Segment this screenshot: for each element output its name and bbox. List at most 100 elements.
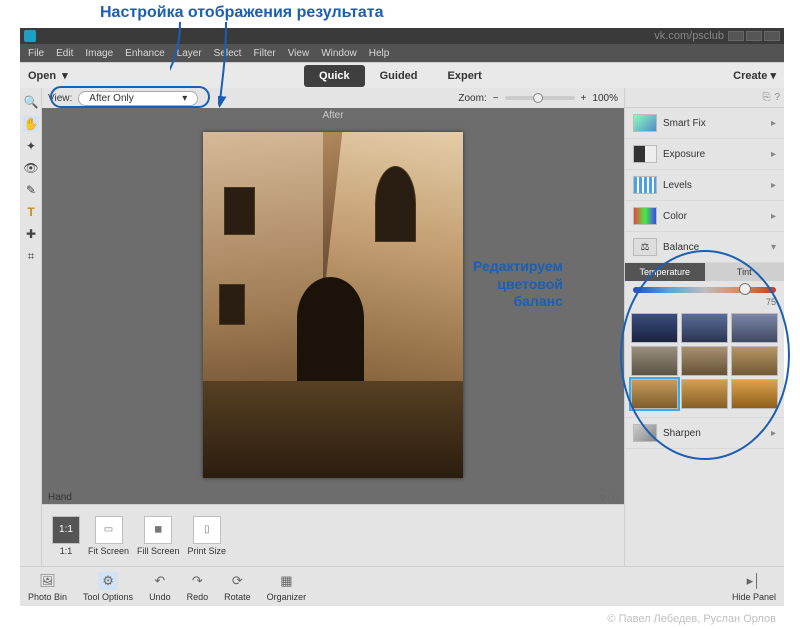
redo-button[interactable]: ↷Redo	[187, 572, 209, 602]
ft-label: Photo Bin	[28, 592, 67, 602]
create-label: Create	[733, 70, 767, 82]
annot-r2: цветовой	[473, 276, 563, 294]
ft-label: Tool Options	[83, 592, 133, 602]
menubar[interactable]: File Edit Image Enhance Layer Select Fil…	[20, 44, 784, 62]
menu-edit[interactable]: Edit	[56, 48, 73, 59]
footer-bar: 🖼Photo Bin ⚙Tool Options ↶Undo ↷Redo ⟳Ro…	[20, 566, 784, 606]
hide-panel-icon: ▸│	[744, 572, 764, 590]
view-label: View:	[48, 93, 72, 104]
ft-label: Organizer	[267, 592, 307, 602]
healing-tool-icon[interactable]: ✚	[23, 226, 39, 242]
panel-top: ⎘ ?	[625, 88, 784, 108]
tab-temperature[interactable]: Temperature	[625, 263, 705, 281]
chevron-down-icon: ▾	[62, 69, 68, 82]
tool-status: Hand ? ⓘ	[42, 490, 624, 504]
help-icon[interactable]: ? ⓘ	[600, 490, 618, 505]
tab-guided[interactable]: Guided	[365, 65, 433, 87]
adj-exposure[interactable]: Exposure▸	[625, 139, 784, 170]
preset[interactable]	[631, 313, 678, 343]
zoom-out-icon[interactable]: −	[493, 93, 499, 104]
preset[interactable]	[681, 379, 728, 409]
balance-slider[interactable]	[633, 287, 776, 293]
opt-label: Print Size	[188, 546, 227, 556]
menu-filter[interactable]: Filter	[253, 48, 275, 59]
menu-file[interactable]: File	[28, 48, 44, 59]
zoom-label: Zoom:	[458, 93, 486, 104]
tool-options-button[interactable]: ⚙Tool Options	[83, 572, 133, 602]
ft-label: Hide Panel	[732, 592, 776, 602]
tab-expert[interactable]: Expert	[433, 65, 497, 87]
organizer-button[interactable]: ▦ Organizer	[267, 572, 307, 602]
crop-tool-icon[interactable]: ⌗	[23, 248, 39, 264]
redo-icon: ↷	[187, 572, 207, 590]
opt-print[interactable]: ▯Print Size	[188, 516, 227, 556]
chevron-right-icon: ▸	[771, 428, 776, 439]
adj-label: Balance	[663, 242, 699, 253]
chevron-right-icon: ▸	[771, 118, 776, 129]
adj-label: Levels	[663, 180, 692, 191]
close-button[interactable]	[764, 31, 780, 41]
adj-sharpen[interactable]: Sharpen▸	[625, 418, 784, 449]
hand-tool-icon[interactable]: ✋	[23, 116, 39, 132]
preset[interactable]	[731, 379, 778, 409]
credit: © Павел Лебедев, Руслан Орлов	[607, 613, 776, 625]
menu-help[interactable]: Help	[369, 48, 390, 59]
adjustments-panel: ⎘ ? Smart Fix▸ Exposure▸ Levels▸ Color▸ …	[624, 88, 784, 566]
chevron-down-icon: ▾	[771, 242, 776, 253]
panel-menu-icon[interactable]: ⎘	[762, 92, 770, 103]
create-button[interactable]: Create ▾	[733, 69, 776, 82]
quick-select-tool-icon[interactable]: ✦	[23, 138, 39, 154]
zoom-in-icon[interactable]: +	[581, 93, 587, 104]
opt-fit[interactable]: ▭Fit Screen	[88, 516, 129, 556]
chevron-right-icon: ▸	[771, 211, 776, 222]
app-logo-icon	[24, 30, 36, 42]
maximize-button[interactable]	[746, 31, 762, 41]
menu-image[interactable]: Image	[85, 48, 113, 59]
zoom-slider[interactable]	[505, 96, 575, 100]
rotate-button[interactable]: ⟳Rotate	[224, 572, 251, 602]
panel-help-icon[interactable]: ?	[774, 92, 780, 103]
adj-smartfix[interactable]: Smart Fix▸	[625, 108, 784, 139]
ft-label: Rotate	[224, 592, 251, 602]
type-tool-icon[interactable]: T	[23, 204, 39, 220]
adj-color[interactable]: Color▸	[625, 201, 784, 232]
options-bar: 1:11:1 ▭Fit Screen ◼Fill Screen ▯Print S…	[42, 504, 624, 566]
levels-icon	[633, 176, 657, 194]
opt-fill[interactable]: ◼Fill Screen	[137, 516, 180, 556]
window-controls	[728, 31, 780, 41]
opt-1to1[interactable]: 1:11:1	[52, 516, 80, 556]
menu-window[interactable]: Window	[321, 48, 357, 59]
balance-icon: ⚖	[633, 238, 657, 256]
preset[interactable]	[631, 346, 678, 376]
preset-selected[interactable]	[631, 379, 678, 409]
organizer-icon: ▦	[276, 572, 296, 590]
zoom-tool-icon[interactable]: 🔍	[23, 94, 39, 110]
adj-levels[interactable]: Levels▸	[625, 170, 784, 201]
redeye-tool-icon[interactable]: 👁	[23, 160, 39, 176]
tab-quick[interactable]: Quick	[304, 65, 365, 87]
preset[interactable]	[731, 313, 778, 343]
undo-button[interactable]: ↶Undo	[149, 572, 171, 602]
opt-label: Fit Screen	[88, 546, 129, 556]
annot-r1: Редактируем	[473, 258, 563, 276]
photo-bin-button[interactable]: 🖼Photo Bin	[28, 572, 67, 602]
sharpen-icon	[633, 424, 657, 442]
hide-panel-button[interactable]: ▸│ Hide Panel	[732, 572, 776, 602]
menu-enhance[interactable]: Enhance	[125, 48, 164, 59]
annotation-arrow-2	[218, 20, 238, 110]
adj-balance[interactable]: ⚖ Balance ▾	[625, 232, 784, 263]
menu-view[interactable]: View	[288, 48, 310, 59]
toolstrip: 🔍 ✋ ✦ 👁 ✎ T ✚ ⌗	[20, 88, 42, 566]
minimize-button[interactable]	[728, 31, 744, 41]
whiten-tool-icon[interactable]: ✎	[23, 182, 39, 198]
preset[interactable]	[681, 346, 728, 376]
undo-icon: ↶	[150, 572, 170, 590]
annotation-top: Настройка отображения результата	[100, 4, 384, 22]
annotation-right: Редактируем цветовой баланс	[473, 258, 563, 311]
tab-tint[interactable]: Tint	[705, 263, 785, 281]
color-icon	[633, 207, 657, 225]
open-button[interactable]: Open▾	[28, 69, 68, 82]
preset[interactable]	[681, 313, 728, 343]
photo-canvas[interactable]	[203, 132, 463, 478]
preset[interactable]	[731, 346, 778, 376]
